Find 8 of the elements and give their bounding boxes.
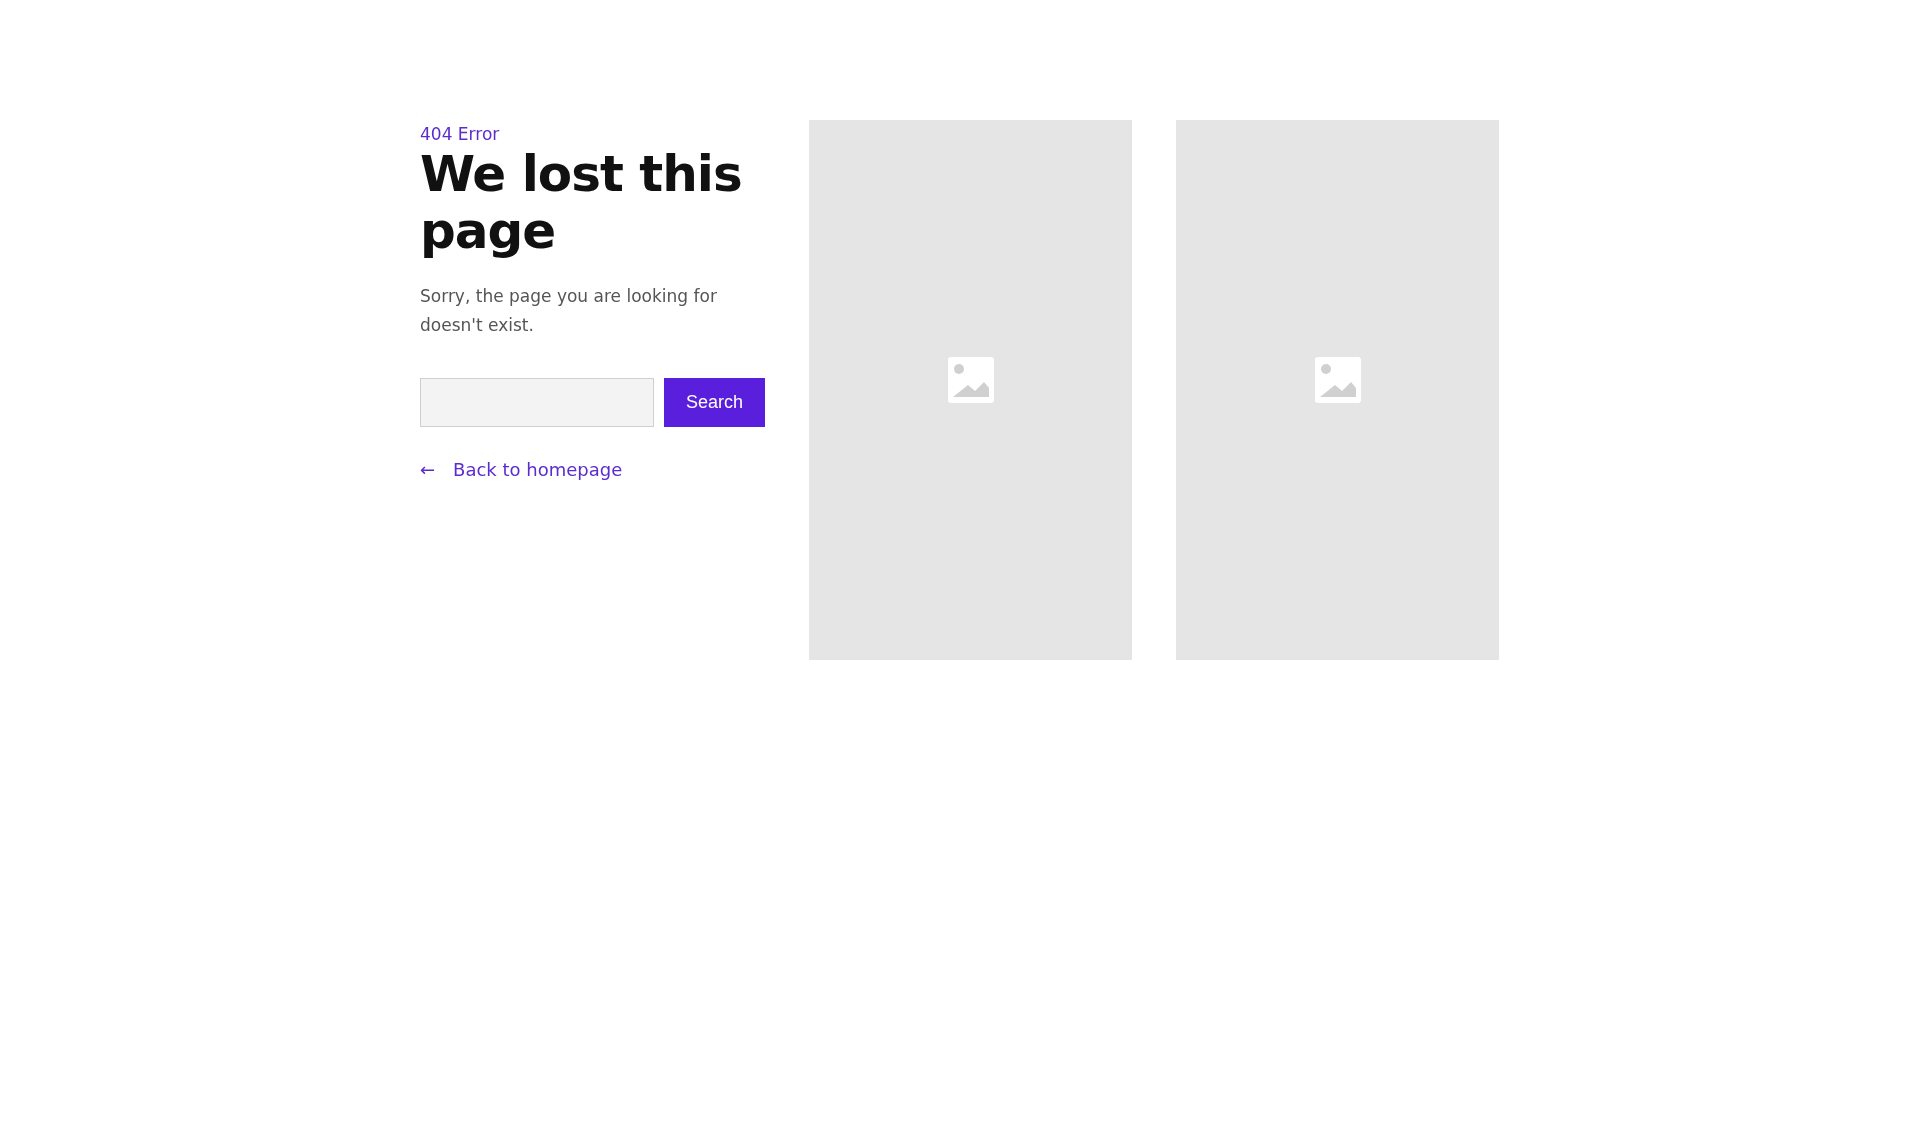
back-link[interactable]: ← Back to homepage <box>420 459 623 480</box>
page-heading: We lost this page <box>420 146 743 260</box>
error-code: 404 Error <box>420 124 501 144</box>
error-message: Sorry, the page you are looking for doesn't exist. <box>420 285 718 337</box>
image-icon <box>1314 357 1361 403</box>
search-button[interactable]: Search <box>664 378 765 427</box>
search-field[interactable] <box>420 378 654 427</box>
image-icon <box>947 357 994 403</box>
